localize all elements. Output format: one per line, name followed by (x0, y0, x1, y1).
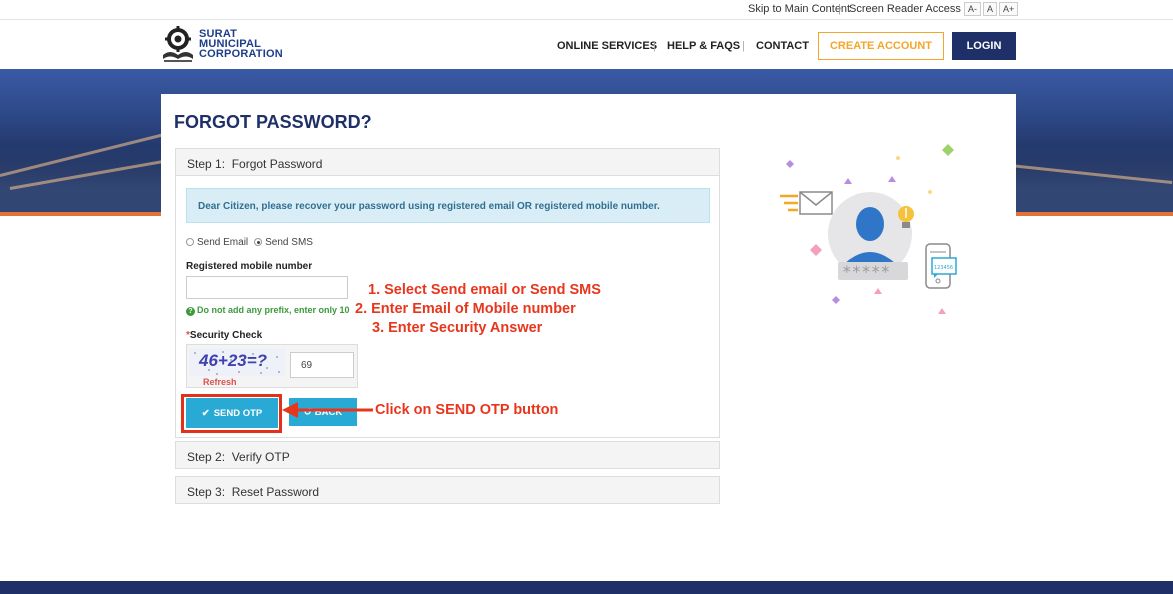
nav-help-faqs[interactable]: HELP & FAQS (667, 40, 740, 52)
mobile-number-input[interactable] (186, 276, 348, 299)
annotation-step-1: 1. Select Send email or Send SMS (368, 282, 601, 298)
recovery-method-radios: Send Email Send SMS (186, 237, 313, 248)
captcha-text: 46+23=? (199, 351, 268, 370)
mobile-number-label: Registered mobile number (186, 261, 313, 272)
nav-contact[interactable]: CONTACT (756, 40, 809, 52)
security-check-text: Security Check (189, 330, 263, 341)
font-size-controls: A- A A+ (964, 2, 1019, 16)
screen-reader-link[interactable]: Screen Reader Access (849, 3, 961, 15)
send-email-label: Send Email (197, 237, 249, 248)
password-recovery-illustration: ***** 123456 (780, 144, 957, 314)
skip-to-main-link[interactable]: Skip to Main Content (748, 3, 850, 15)
captcha-image: 46+23=? (189, 348, 285, 376)
phone-badge-text: 123456 (934, 265, 953, 271)
recovery-info-alert: Dear Citizen, please recover your passwo… (186, 188, 710, 223)
annotation-step-3: 3. Enter Security Answer (372, 320, 543, 336)
site-footer (0, 581, 1173, 594)
annotation-arrow-icon (282, 402, 373, 418)
step-1-label: Forgot Password (231, 157, 323, 171)
font-decrease-button[interactable]: A- (964, 2, 981, 16)
nav-separator: | (742, 40, 745, 52)
page-title: FORGOT PASSWORD? (174, 112, 372, 132)
captcha-refresh-link[interactable]: Refresh (203, 377, 237, 387)
step-3-label: Reset Password (231, 485, 320, 499)
font-normal-button[interactable]: A (983, 2, 998, 16)
step-2-number: Step 2: (187, 450, 226, 464)
nav-separator: | (653, 40, 656, 52)
captcha-answer-input[interactable] (290, 352, 354, 378)
nav-online-services[interactable]: ONLINE SERVICES (557, 40, 657, 52)
smc-emblem-icon[interactable] (160, 25, 196, 63)
password-mask-text: ***** (842, 262, 890, 281)
brand-name[interactable]: SURAT MUNICIPAL CORPORATION (199, 29, 283, 60)
send-sms-radio[interactable] (254, 238, 263, 246)
send-sms-option[interactable]: Send SMS (254, 237, 313, 248)
security-check-label: *Security Check (186, 330, 262, 341)
create-account-button[interactable]: CREATE ACCOUNT (818, 32, 944, 60)
step-1-number: Step 1: (187, 157, 226, 171)
utility-bar: Skip to Main Content | Screen Reader Acc… (0, 0, 1173, 20)
step-3-header[interactable]: Step 3: Reset Password (175, 476, 720, 504)
send-email-option[interactable]: Send Email (186, 237, 248, 248)
send-email-radio[interactable] (186, 238, 194, 246)
step-1-header[interactable]: Step 1: Forgot Password (175, 148, 720, 176)
brand-line-3: CORPORATION (199, 48, 283, 60)
step-3-number: Step 3: (187, 485, 226, 499)
annotation-step-2: 2. Enter Email of Mobile number (355, 301, 576, 317)
mobile-hint: ? Do not add any prefix, enter only 10 (186, 305, 350, 316)
annotation-click-otp: Click on SEND OTP button (375, 402, 559, 418)
send-sms-label: Send SMS (265, 237, 313, 248)
send-otp-highlight (181, 394, 282, 433)
font-increase-button[interactable]: A+ (999, 2, 1019, 16)
utility-separator: | (838, 3, 841, 15)
login-button[interactable]: LOGIN (952, 32, 1016, 60)
step-2-header[interactable]: Step 2: Verify OTP (175, 441, 720, 469)
question-circle-icon: ? (186, 307, 195, 316)
step-2-label: Verify OTP (231, 450, 290, 464)
site-header: SURAT MUNICIPAL CORPORATION ONLINE SERVI… (0, 21, 1173, 69)
mobile-hint-text: Do not add any prefix, enter only 10 (197, 305, 350, 315)
